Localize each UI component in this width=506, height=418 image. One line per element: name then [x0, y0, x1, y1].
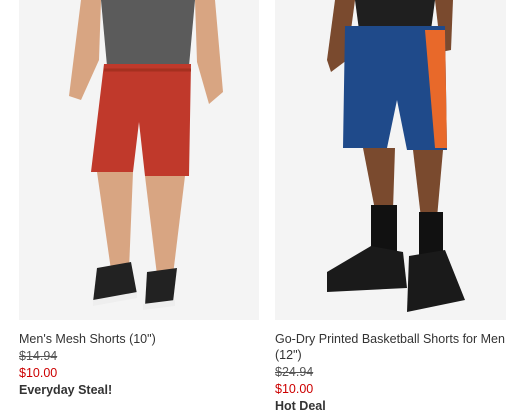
sale-price: $10.00	[19, 366, 58, 380]
product-image-link[interactable]	[19, 0, 259, 320]
product-photo	[275, 0, 506, 320]
promo-badge: Everyday Steal!	[19, 383, 113, 397]
product-image-link[interactable]	[275, 0, 506, 320]
product-card[interactable]: Go-Dry Printed Basketball Shorts for Men…	[275, 0, 506, 415]
sale-price: $10.00	[275, 382, 314, 396]
product-card[interactable]: Men's Mesh Shorts (10") $14.94 $10.00 Ev…	[19, 0, 259, 399]
promo-badge: Hot Deal	[275, 399, 326, 413]
product-title[interactable]: Go-Dry Printed Basketball Shorts for Men…	[275, 331, 506, 363]
original-price: $14.94	[19, 349, 58, 363]
original-price: $24.94	[275, 365, 314, 379]
product-photo	[19, 0, 259, 320]
product-title[interactable]: Men's Mesh Shorts (10")	[19, 331, 259, 347]
